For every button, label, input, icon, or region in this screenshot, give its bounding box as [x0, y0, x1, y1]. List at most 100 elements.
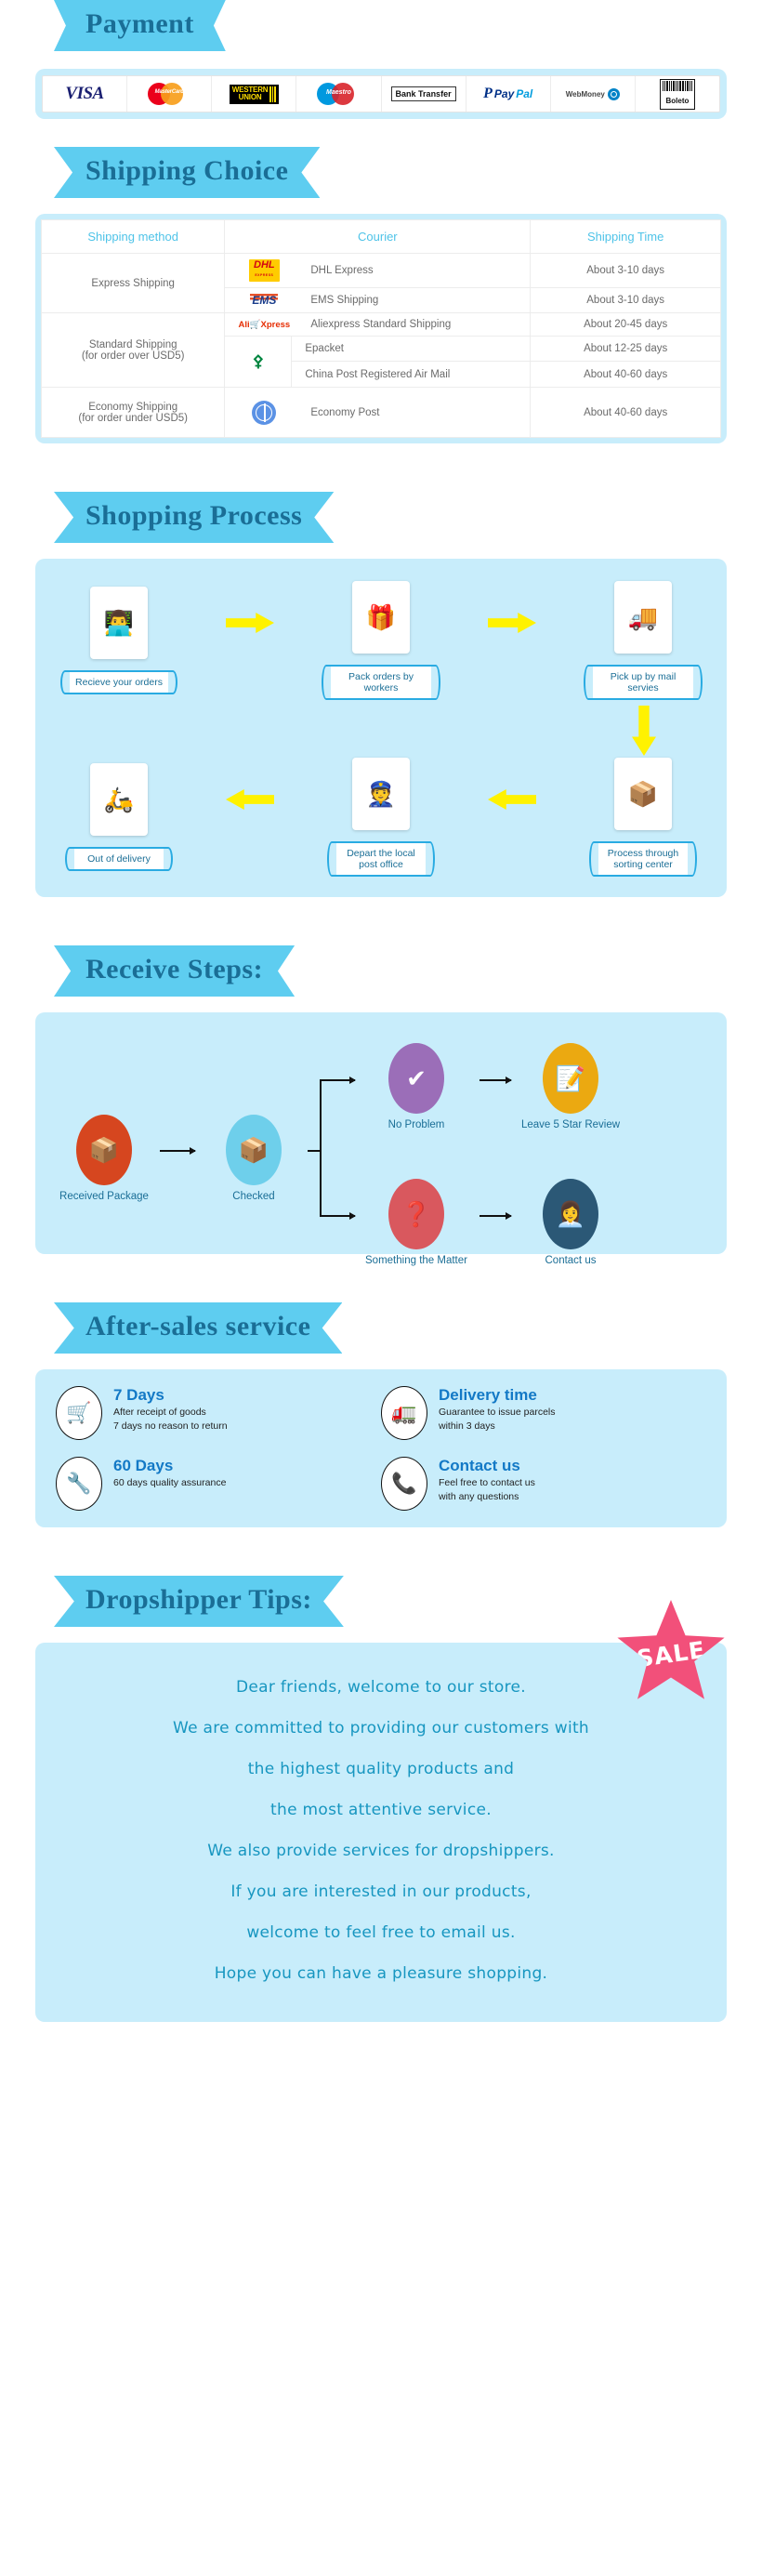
western-union-line2: UNION [238, 93, 262, 101]
payment-method-mastercard[interactable]: MasterCard [127, 76, 213, 112]
tips-line-7: welcome to feel free to email us. [246, 1923, 516, 1942]
shipping-title: Shipping Choice [85, 155, 289, 186]
arrow-no-problem-to-review [480, 1077, 512, 1084]
package-icon: 📦 [76, 1115, 132, 1185]
list-item: About 40-60 days [531, 362, 720, 387]
process-label-sorting-center: Process through sorting center [589, 841, 697, 877]
payment-method-visa[interactable]: VISA [43, 76, 128, 112]
arrow-received-to-checked [160, 1147, 196, 1155]
barcode-icon [662, 80, 692, 91]
process-label-depart-line2: post office [359, 859, 403, 870]
shipping-method-economy: Economy Shipping (for order under USD5) [40, 387, 226, 438]
aliexpress-logo: Ali🛒Xpress [230, 320, 297, 330]
arrow-down-icon [632, 706, 656, 756]
tips-panel: SALE Dear friends, welcome to our store.… [35, 1600, 727, 2022]
payment-method-maestro[interactable]: Maestro [296, 76, 382, 112]
process-label-depart-line1: Depart the local [347, 848, 415, 859]
payment-method-boleto[interactable]: Boleto [636, 76, 719, 112]
tips-line-8: Hope you can have a pleasure shopping. [214, 1964, 548, 1983]
shipping-method-standard-sub: (for order over USD5) [81, 350, 185, 362]
process-banner-ribbon: Shopping Process [54, 492, 335, 543]
maestro-logo-text: Maestro [326, 89, 351, 96]
receive-title: Receive Steps: [85, 954, 264, 984]
tips-banner-ribbon: Dropshipper Tips: [54, 1576, 344, 1627]
shipping-method-economy-sub: (for order under USD5) [78, 412, 188, 424]
boleto-logo: Boleto [659, 78, 695, 110]
process-label-sorting-line2: sorting center [613, 859, 673, 870]
branch-stem [308, 1150, 321, 1152]
shipping-time-china-post-group: About 12-25 days About 40-60 days [530, 336, 721, 388]
process-step-depart-post-office: 👮 Depart the local post office [325, 758, 437, 877]
truck-icon: 🚛 [381, 1386, 427, 1440]
process-step-pickup-mail: 🚚 Pick up by mail servies [584, 581, 703, 700]
arrow-left-icon [226, 789, 274, 810]
review-paper-icon: 📝 [543, 1043, 598, 1114]
china-post-courier-names: Epacket China Post Registered Air Mail [292, 337, 531, 387]
postman-icon: 👮 [352, 758, 410, 830]
dhl-logo: DHL EXPRESS [230, 259, 297, 282]
tips-line-4: the most attentive service. [270, 1801, 492, 1819]
western-union-bars-icon [269, 86, 276, 102]
ems-logo: EMS [230, 294, 297, 307]
process-label-sorting-line1: Process through [607, 848, 679, 859]
support-agent-icon: 👨‍💻 [90, 587, 148, 659]
open-box-icon: 📦 [226, 1115, 282, 1185]
after-sales-banner-ribbon: After-sales service [54, 1302, 343, 1354]
after-sales-item-contact-us: 📞 Contact us Feel free to contact us wit… [381, 1457, 706, 1511]
courier-name-epacket: Epacket [305, 343, 344, 354]
branch-vertical [320, 1079, 322, 1217]
receive-node-something-matter: ❓ Something the Matter [361, 1179, 472, 1266]
dhl-logo-sub: EXPRESS [255, 273, 274, 277]
globe-icon [607, 87, 620, 100]
receive-node-checked: 📦 Checked [198, 1115, 309, 1202]
courier-aliexpress: Ali🛒Xpress Aliexpress Standard Shipping [224, 312, 532, 337]
un-globe-icon [252, 400, 277, 425]
shipping-header-courier: Courier [224, 219, 532, 254]
receive-node-no-problem: ✔ No Problem [361, 1043, 472, 1130]
process-step-out-of-delivery: 🛵 Out of delivery [63, 763, 175, 871]
payment-method-bank-transfer[interactable]: Bank Transfer [382, 76, 466, 112]
shipping-table: Shipping method Courier Shipping Time Ex… [40, 219, 721, 438]
list-item: About 12-25 days [531, 337, 720, 362]
receive-label-no-problem: No Problem [388, 1119, 445, 1130]
shipping-method-standard: Standard Shipping (for order over USD5) [40, 312, 226, 388]
arrow-right-icon [488, 613, 536, 633]
cart-icon: 🛒 [249, 319, 261, 330]
shipping-time-dhl: About 3-10 days [530, 253, 721, 288]
united-nations-logo [230, 400, 297, 425]
after-sales-panel: 🛒 7 Days After receipt of goods 7 days n… [35, 1369, 727, 1527]
paypal-logo: P Pay Pal [483, 86, 532, 102]
payment-method-webmoney[interactable]: WebMoney [551, 76, 636, 112]
tips-line-2: We are committed to providing our custom… [172, 1719, 590, 1737]
branch-arrow-upper [320, 1077, 356, 1084]
shipping-table-header-row: Shipping method Courier Shipping Time [40, 219, 721, 254]
scooter-delivery-icon: 🛵 [90, 763, 148, 836]
tips-banner: Dropshipper Tips: [0, 1576, 762, 1643]
payment-method-paypal[interactable]: P Pay Pal [466, 76, 551, 112]
ems-logo-text: EMS [250, 294, 279, 307]
payment-method-western-union[interactable]: WESTERN UNION [212, 76, 297, 112]
table-row: Express Shipping DHL EXPRESS DHL Express … [40, 253, 721, 313]
question-box-icon: ❓ [388, 1179, 444, 1249]
tips-line-6: If you are interested in our products, [230, 1882, 532, 1901]
infographic-page: Payment VISA MasterCard WESTERN UNION Ma… [0, 0, 762, 2576]
dhl-logo-text: DHL EXPRESS [249, 259, 280, 282]
tips-line-1: Dear friends, welcome to our store. [236, 1678, 526, 1697]
process-title: Shopping Process [85, 500, 303, 531]
shipping-time-economy-post: About 40-60 days [530, 387, 721, 438]
shipping-banner-ribbon: Shipping Choice [54, 147, 321, 198]
check-box-icon: ✔ [388, 1043, 444, 1114]
after-sales-line1-delivery-time: Guarantee to issue parcels [439, 1407, 556, 1418]
western-union-logo: WESTERN UNION [229, 84, 279, 104]
process-row-1: 👨‍💻 Recieve your orders 🎁 Pack orders by… [60, 581, 703, 700]
arrow-right-icon [226, 613, 274, 633]
delivery-truck-icon: 🚚 [614, 581, 672, 654]
tools-icon: 🔧 [56, 1457, 102, 1511]
after-sales-heading-contact-us: Contact us [439, 1457, 520, 1474]
delivery-truck-glyph: 🚚 [627, 603, 659, 631]
courier-ems: EMS EMS Shipping [224, 287, 532, 313]
courier-name-china-post-air-mail: China Post Registered Air Mail [305, 368, 451, 380]
list-item: Epacket [292, 337, 531, 362]
process-down-arrow-row [63, 706, 699, 756]
phone-glyph: 📞 [391, 1472, 417, 1495]
